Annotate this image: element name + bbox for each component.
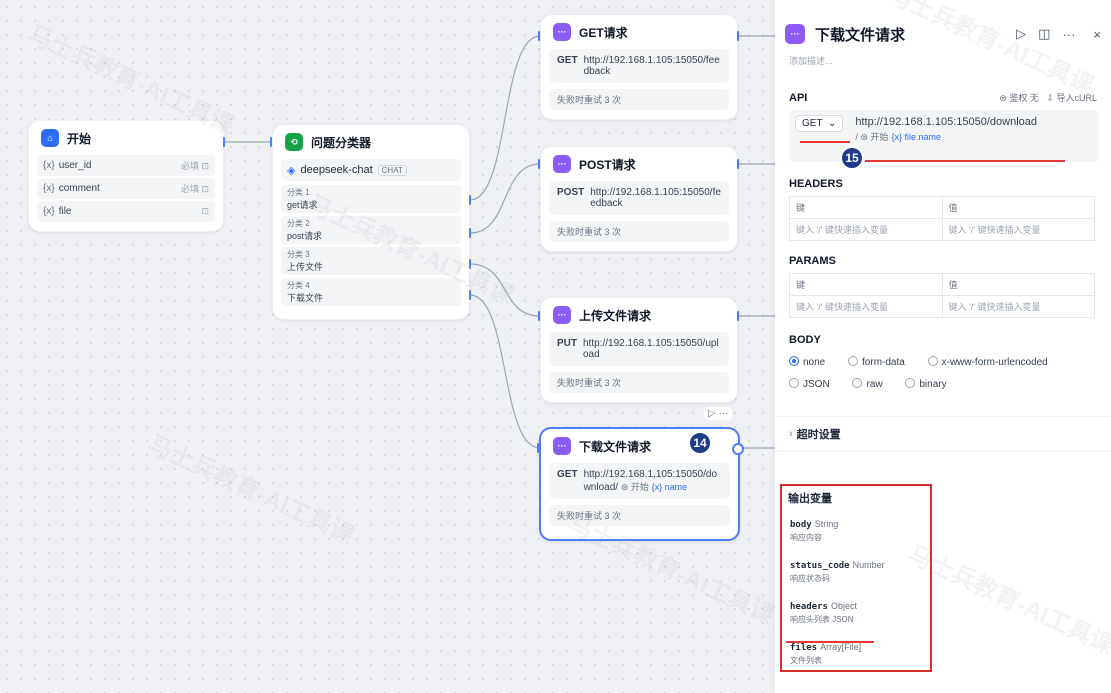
description-input[interactable]: 添加描述...: [789, 54, 1097, 67]
radio-binary[interactable]: binary: [905, 378, 956, 390]
annotation-underline: [865, 160, 1065, 162]
classifier-node[interactable]: ⟲ 问题分类器 ◈ deepseek-chat CHAT 分类 1 get请求 分类 2…: [272, 124, 470, 320]
auth-button[interactable]: ⊜ 鉴权 无: [999, 93, 1039, 103]
run-icon[interactable]: ▷: [1016, 26, 1026, 42]
headers-label: HEADERS: [789, 178, 843, 190]
output-handle[interactable]: [732, 443, 744, 455]
node-actions[interactable]: ▷ ···: [704, 407, 733, 420]
input-port[interactable]: [538, 159, 540, 169]
output-var: body String 响应内容: [790, 519, 839, 542]
classifier-title: 问题分类器: [311, 135, 372, 150]
class-port[interactable]: [469, 228, 471, 238]
class-item: 分类 3 上传文件: [281, 247, 461, 275]
header-value-input[interactable]: 键入 '/' 键快速插入变量: [941, 218, 1095, 241]
timeout-section[interactable]: › 超时设置: [775, 416, 1111, 452]
chevron-right-icon: ›: [789, 428, 793, 440]
retry-text: 失败时重试 3 次: [549, 505, 730, 526]
radio-json[interactable]: JSON: [789, 378, 840, 390]
request-url: http://192.168.1.105:15050/download/: [583, 469, 718, 493]
chevron-down-icon: ⌄: [827, 118, 837, 129]
url-field[interactable]: GET ⌄ http://192.168.1.105:15050/downloa…: [789, 110, 1099, 162]
request-url: http://192.168.1.105:15050/feedback: [590, 187, 721, 209]
request-url: http://192.168.1.105:15050/upload: [583, 338, 719, 360]
method-select[interactable]: GET ⌄: [795, 115, 844, 132]
panel-title: 下载文件请求: [815, 26, 906, 44]
var-row: {x} file ⊡: [37, 201, 215, 222]
class-item: 分类 1 get请求: [281, 185, 461, 213]
api-icon: ···: [553, 23, 571, 41]
output-port[interactable]: [737, 31, 739, 41]
output-var: status_code Number 响应状态码: [790, 560, 885, 583]
class-port[interactable]: [469, 259, 471, 269]
get-request-node[interactable]: ··· GET请求 GET http://192.168.1.105:15050/f…: [540, 14, 738, 120]
radio-form-data[interactable]: form-data: [848, 356, 915, 368]
api-icon: ···: [553, 437, 571, 455]
output-port[interactable]: [737, 159, 739, 169]
param-key-input[interactable]: 键入 '/' 键快速插入变量: [789, 295, 943, 318]
input-port[interactable]: [537, 443, 539, 453]
upload-request-node[interactable]: ··· 上传文件请求 PUT http://192.168.1.105:15050/…: [540, 297, 738, 403]
radio-urlencoded[interactable]: x-www-form-urlencoded: [927, 356, 1058, 368]
layout-icon[interactable]: ◫: [1038, 26, 1050, 42]
body-label: BODY: [789, 334, 821, 346]
input-port[interactable]: [538, 311, 540, 321]
body-type-radios: none form-data x-www-form-urlencoded JSO…: [789, 352, 1097, 396]
params-label: PARAMS: [789, 255, 836, 267]
more-icon[interactable]: ···: [1062, 27, 1075, 42]
param-value-input[interactable]: 键入 '/' 键快速插入变量: [941, 295, 1095, 318]
post-request-node[interactable]: ··· POST请求 POST http://192.168.1.105:15050…: [540, 146, 738, 252]
start-title: 开始: [67, 131, 92, 146]
radio-none[interactable]: none: [789, 356, 835, 368]
step-badge-15: 15: [840, 146, 864, 170]
class-item: 分类 2 post请求: [281, 216, 461, 244]
retry-text: 失败时重试 3 次: [549, 372, 729, 393]
class-item: 分类 4 下载文件: [281, 278, 461, 306]
input-port[interactable]: [270, 137, 272, 147]
model-selector[interactable]: ◈ deepseek-chat CHAT: [281, 159, 461, 181]
annotation-underline: [786, 641, 874, 643]
model-icon: ◈: [287, 164, 296, 177]
retry-text: 失败时重试 3 次: [549, 221, 729, 242]
var-row: {x} comment 必填 ⊡: [37, 178, 215, 199]
home-icon: ⌂: [41, 129, 59, 147]
api-label: API: [789, 91, 808, 104]
api-icon: ···: [553, 155, 571, 173]
radio-raw[interactable]: raw: [852, 378, 892, 390]
request-url: http://192.168.1.105:15050/feedback: [583, 55, 720, 77]
output-port[interactable]: [737, 311, 739, 321]
header-key-input[interactable]: 键入 '/' 键快速插入变量: [789, 218, 943, 241]
input-port[interactable]: [538, 31, 540, 41]
output-vars-section: 输出变量 body String 响应内容 status_code Number 响应状…: [780, 484, 932, 672]
classifier-icon: ⟲: [285, 133, 303, 151]
retry-text: 失败时重试 3 次: [549, 89, 729, 110]
api-icon: ···: [785, 24, 805, 44]
class-port[interactable]: [469, 195, 471, 205]
output-vars-label: 输出变量: [788, 493, 832, 505]
step-badge-14: 14: [688, 431, 712, 455]
class-port[interactable]: [469, 290, 471, 300]
output-var: headers Object 响应头列表 JSON: [790, 601, 857, 624]
close-icon[interactable]: ×: [1093, 27, 1101, 42]
params-table: 键值 键入 '/' 键快速插入变量 键入 '/' 键快速插入变量: [789, 273, 1095, 318]
output-port[interactable]: [223, 137, 225, 147]
start-node[interactable]: ⌂ 开始 {x} user_id 必填 ⊡ {x} comment 必填 ⊡ {x} fil…: [28, 120, 224, 232]
import-curl-button[interactable]: ⇩ 导入cURL: [1046, 93, 1097, 103]
workflow-canvas[interactable]: ⌂ 开始 {x} user_id 必填 ⊡ {x} comment 必填 ⊡ {x} fil…: [0, 0, 775, 693]
api-icon: ···: [553, 306, 571, 324]
var-row: {x} user_id 必填 ⊡: [37, 155, 215, 176]
annotation-underline: [800, 141, 850, 143]
headers-table: 键值 键入 '/' 键快速插入变量 键入 '/' 键快速插入变量: [789, 196, 1095, 241]
